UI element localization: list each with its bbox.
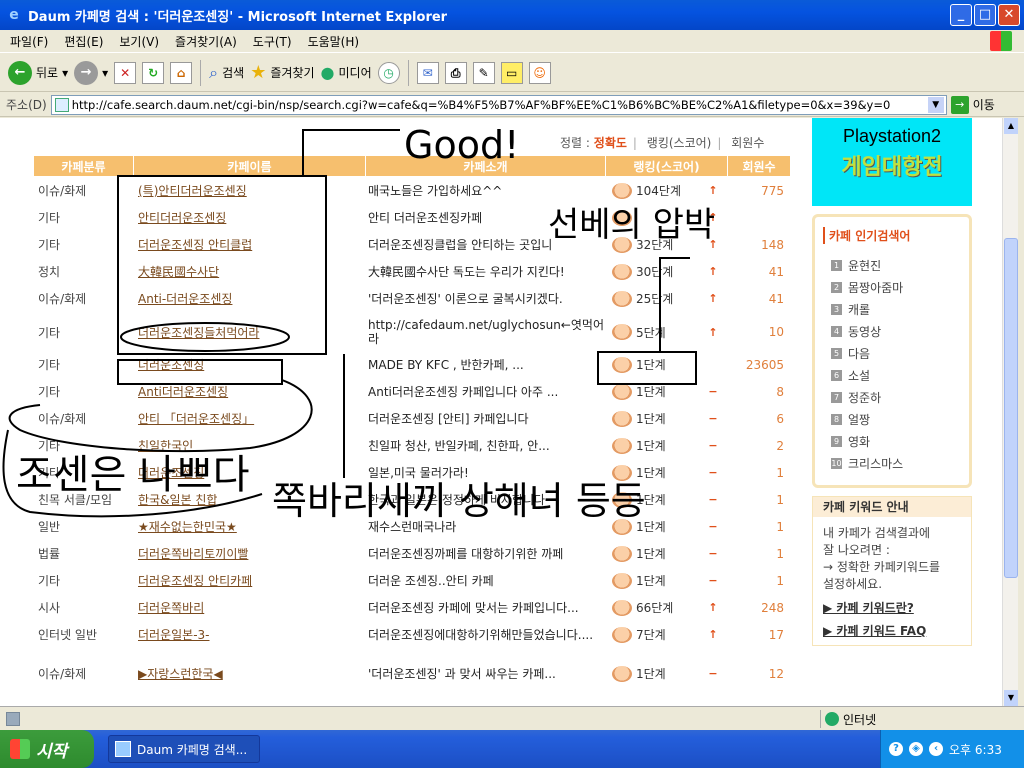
vertical-scrollbar[interactable]: ▲ ▼ xyxy=(1002,118,1018,706)
windows-logo-icon xyxy=(990,31,1012,51)
ie-icon: e xyxy=(9,7,19,23)
help-icon[interactable]: ? xyxy=(889,742,903,756)
tray-arrow-icon[interactable]: ‹ xyxy=(929,742,943,756)
close-button[interactable]: ✕ xyxy=(998,4,1020,26)
menu-file[interactable]: 파일(F) xyxy=(10,33,48,50)
ink-text-bottom-main: 쪽바리새끼 상해녀 등등 xyxy=(272,479,646,523)
address-url: http://cafe.search.daum.net/cgi-bin/nsp/… xyxy=(71,97,891,112)
taskbar-ie-window[interactable]: Daum 카페명 검색... xyxy=(108,735,260,763)
ink-text-good: Good! xyxy=(404,123,519,167)
menu-edit[interactable]: 편집(E) xyxy=(64,33,103,50)
menu-favorites[interactable]: 즐겨찾기(A) xyxy=(175,33,237,50)
address-input[interactable]: http://cafe.search.daum.net/cgi-bin/nsp/… xyxy=(50,94,947,115)
scroll-up-icon[interactable]: ▲ xyxy=(1004,118,1018,134)
ink-text-top-right: 선베의 압박 xyxy=(548,205,715,245)
ink-line-good xyxy=(302,129,400,176)
mail-icon[interactable]: ✉ xyxy=(416,61,439,84)
dropdown-arrow-icon[interactable]: ▼ xyxy=(927,96,944,113)
media-button[interactable]: ● 미디어 xyxy=(321,63,372,82)
clock: 오후 6:33 xyxy=(949,742,1002,757)
note-icon[interactable]: ▭ xyxy=(500,61,523,84)
messenger-icon[interactable]: ☺ xyxy=(528,61,551,84)
ink-lasso xyxy=(8,379,313,453)
handwritten-annotations: Good! 선베의 압박 조센은 나쁘다 쪽바리새끼 상해녀 등등 xyxy=(2,123,715,523)
search-button[interactable]: ⌕ 검색 xyxy=(209,63,244,83)
start-button[interactable]: 시작 xyxy=(0,730,94,768)
edit-icon[interactable]: ✎ xyxy=(472,61,495,84)
menu-tools[interactable]: 도구(T) xyxy=(253,33,292,50)
system-tray: ? ◈ ‹ 오후 6:33 xyxy=(880,730,1024,768)
history-icon[interactable]: ◷ xyxy=(377,61,400,84)
taskbar: 시작 Daum 카페명 검색... ? ◈ ‹ 오후 6:33 xyxy=(0,730,1024,768)
stop-icon[interactable]: ✕ xyxy=(114,61,137,84)
menu-bar: 파일(F) 편집(E) 보기(V) 즐겨찾기(A) 도구(T) 도움말(H) xyxy=(0,30,1024,53)
network-icon[interactable]: ◈ xyxy=(909,742,923,756)
address-bar: 주소(D) http://cafe.search.daum.net/cgi-bi… xyxy=(0,93,1024,117)
back-button[interactable]: ← 뒤로 ▾ xyxy=(8,60,68,85)
forward-arrow-icon: → xyxy=(74,60,99,85)
address-label: 주소(D) xyxy=(6,98,47,112)
menu-view[interactable]: 보기(V) xyxy=(119,33,159,50)
ink-line-rank xyxy=(659,257,690,352)
security-zone: 인터넷 xyxy=(820,710,876,728)
maximize-button[interactable]: □ xyxy=(974,4,996,26)
page-icon xyxy=(54,97,69,112)
window-title: Daum 카페명 검색 : '더러운조센징' - Microsoft Inter… xyxy=(28,9,448,25)
page-status-icon xyxy=(6,711,20,726)
menu-help[interactable]: 도움말(H) xyxy=(308,33,360,50)
globe-icon: ● xyxy=(320,63,335,82)
toolbar: ← 뒤로 ▾ → ▾ ✕ ↻ ⌂ ⌕ 검색 ★ 즐겨찾기 ● 미디어 ◷ ✉ ⎙ ✎ ▭ ☺ xyxy=(0,54,1024,92)
scroll-thumb[interactable] xyxy=(1004,238,1018,578)
ink-box-rank xyxy=(597,351,697,385)
search-icon: ⌕ xyxy=(209,62,219,82)
minimize-button[interactable]: _ xyxy=(950,4,972,26)
windows-flag-icon xyxy=(10,739,30,759)
favorites-button[interactable]: ★ 즐겨찾기 xyxy=(250,62,314,83)
star-icon: ★ xyxy=(250,62,267,83)
ink-text-bottom-left: 조센은 나쁘다 xyxy=(16,452,250,498)
refresh-icon[interactable]: ↻ xyxy=(142,61,165,84)
globe-icon xyxy=(825,712,839,726)
forward-button[interactable]: → ▾ xyxy=(74,60,108,85)
go-button[interactable]: 이동 xyxy=(973,96,995,113)
ink-box-target xyxy=(117,359,283,385)
ie-icon xyxy=(115,741,131,757)
title-bar[interactable]: e Daum 카페명 검색 : '더러운조센징' - Microsoft Int… xyxy=(0,0,1024,30)
go-arrow-icon[interactable]: → xyxy=(950,95,969,114)
back-arrow-icon: ← xyxy=(8,60,32,85)
scroll-down-icon[interactable]: ▼ xyxy=(1004,690,1018,706)
ink-circle-name xyxy=(120,322,290,352)
home-icon[interactable]: ⌂ xyxy=(170,61,193,84)
print-icon[interactable]: ⎙ xyxy=(444,61,467,84)
page-viewport: 정렬 : 정확도 | 랭킹(스코어) | 회원수 카페분류 카페이름 카페소개 랭킹… xyxy=(0,118,1002,706)
status-bar: 인터넷 xyxy=(0,706,1024,730)
